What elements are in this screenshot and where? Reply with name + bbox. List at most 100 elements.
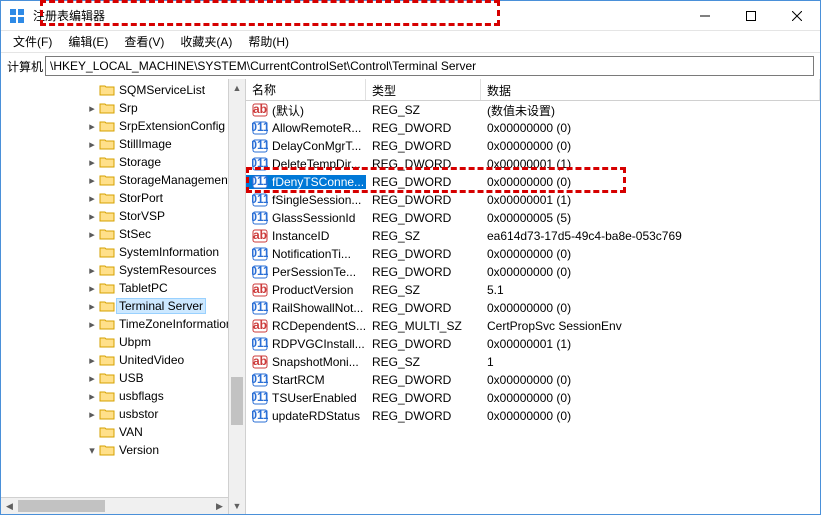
- scroll-down-button[interactable]: ▼: [229, 497, 245, 514]
- menu-file[interactable]: 文件(F): [5, 31, 60, 52]
- value-row[interactable]: 011updateRDStatusREG_DWORD0x00000000 (0): [246, 407, 820, 425]
- expand-toggle-icon[interactable]: ▸: [85, 318, 99, 331]
- column-type[interactable]: 类型: [366, 79, 481, 100]
- value-row[interactable]: abInstanceIDREG_SZea614d73-17d5-49c4-ba8…: [246, 227, 820, 245]
- tree-node[interactable]: ▸StorPort: [1, 189, 245, 207]
- tree-node-label: Version: [117, 443, 161, 457]
- svg-text:011: 011: [252, 409, 268, 422]
- tree-node[interactable]: ▸StorageManagement: [1, 171, 245, 189]
- tree-node[interactable]: ▸StillImage: [1, 135, 245, 153]
- scroll-up-button[interactable]: ▲: [229, 79, 245, 96]
- value-row[interactable]: 011RailShowallNot...REG_DWORD0x00000000 …: [246, 299, 820, 317]
- value-row[interactable]: 011AllowRemoteR...REG_DWORD0x00000000 (0…: [246, 119, 820, 137]
- tree-node[interactable]: •SQMServiceList: [1, 81, 245, 99]
- value-name-cell: 011DelayConMgrT...: [246, 139, 366, 153]
- value-name: GlassSessionId: [272, 211, 355, 225]
- expand-toggle-icon[interactable]: ▸: [85, 390, 99, 403]
- value-name-cell: 011 GlassSessionId: [246, 211, 366, 225]
- value-row[interactable]: 011PerSessionTe...REG_DWORD0x00000000 (0…: [246, 263, 820, 281]
- expand-toggle-icon[interactable]: ▸: [85, 300, 99, 313]
- tree-node[interactable]: ▸SrpExtensionConfig: [1, 117, 245, 135]
- tree-node[interactable]: ▸TimeZoneInformation: [1, 315, 245, 333]
- svg-text:011: 011: [252, 265, 268, 278]
- expand-toggle-icon[interactable]: ▸: [85, 264, 99, 277]
- value-row[interactable]: 011NotificationTi...REG_DWORD0x00000000 …: [246, 245, 820, 263]
- titlebar[interactable]: 注册表编辑器: [1, 1, 820, 31]
- value-row[interactable]: 011DeleteTempDir...REG_DWORD0x00000001 (…: [246, 155, 820, 173]
- value-row[interactable]: 011fDenyTSConne...REG_DWORD0x00000000 (0…: [246, 173, 820, 191]
- list-body[interactable]: ab(默认)REG_SZ(数值未设置)011AllowRemoteR...REG…: [246, 101, 820, 514]
- tree-node-label: SystemInformation: [117, 245, 221, 259]
- folder-icon: [99, 389, 115, 403]
- value-row[interactable]: abRCDependentS...REG_MULTI_SZCertPropSvc…: [246, 317, 820, 335]
- value-row[interactable]: 011DelayConMgrT...REG_DWORD0x00000000 (0…: [246, 137, 820, 155]
- svg-text:011: 011: [252, 139, 268, 152]
- maximize-button[interactable]: [728, 1, 774, 31]
- tree-node-label: VAN: [117, 425, 145, 439]
- value-type: REG_SZ: [366, 355, 481, 369]
- scroll-thumb[interactable]: [231, 377, 243, 425]
- expand-toggle-icon[interactable]: ▸: [85, 228, 99, 241]
- value-row[interactable]: 011StartRCMREG_DWORD0x00000000 (0): [246, 371, 820, 389]
- tree-node[interactable]: •SystemInformation: [1, 243, 245, 261]
- tree-node-label: USB: [117, 371, 146, 385]
- tree-node[interactable]: ▸TabletPC: [1, 279, 245, 297]
- folder-icon: [99, 191, 115, 205]
- tree-node[interactable]: •Ubpm: [1, 333, 245, 351]
- scroll-thumb-h[interactable]: [18, 500, 105, 512]
- svg-text:011: 011: [252, 373, 268, 386]
- tree-pane[interactable]: •SQMServiceList▸Srp▸SrpExtensionConfig▸S…: [1, 79, 246, 514]
- tree-node[interactable]: ▸ StorVSP: [1, 207, 245, 225]
- tree-scrollbar-horizontal[interactable]: ◀ ▶: [1, 497, 228, 514]
- expand-toggle-icon[interactable]: ▸: [85, 120, 99, 133]
- menu-edit[interactable]: 编辑(E): [60, 31, 116, 52]
- tree-node[interactable]: ▸usbstor: [1, 405, 245, 423]
- tree-node[interactable]: ▸Terminal Server: [1, 297, 245, 315]
- tree-node[interactable]: ▸StSec: [1, 225, 245, 243]
- scroll-right-button[interactable]: ▶: [211, 498, 228, 514]
- column-data[interactable]: 数据: [481, 79, 820, 100]
- expand-toggle-icon[interactable]: ▸: [85, 210, 99, 223]
- tree-node[interactable]: ▾ Version: [1, 441, 245, 459]
- menu-favorites[interactable]: 收藏夹(A): [172, 31, 240, 52]
- menu-view[interactable]: 查看(V): [116, 31, 172, 52]
- dword-value-icon: 011: [252, 211, 268, 225]
- expand-toggle-icon[interactable]: ▸: [85, 174, 99, 187]
- tree-node[interactable]: ▸UnitedVideo: [1, 351, 245, 369]
- tree-node[interactable]: ▸SystemResources: [1, 261, 245, 279]
- expand-toggle-icon[interactable]: ▸: [85, 372, 99, 385]
- tree-node[interactable]: ▸ USB: [1, 369, 245, 387]
- folder-icon: [99, 443, 115, 457]
- tree-node-label: Storage: [117, 155, 163, 169]
- expand-toggle-icon[interactable]: ▸: [85, 156, 99, 169]
- value-row[interactable]: 011GlassSessionIdREG_DWORD0x00000005 (5): [246, 209, 820, 227]
- address-input[interactable]: \HKEY_LOCAL_MACHINE\SYSTEM\CurrentContro…: [45, 56, 814, 76]
- tree-node-label: StorVSP: [117, 209, 167, 223]
- value-row[interactable]: 011fSingleSession...REG_DWORD0x00000001 …: [246, 191, 820, 209]
- dword-value-icon: 011: [252, 301, 268, 315]
- close-button[interactable]: [774, 1, 820, 31]
- tree-node[interactable]: ▸ Storage: [1, 153, 245, 171]
- tree-node[interactable]: ▸usbflags: [1, 387, 245, 405]
- value-row[interactable]: ab(默认)REG_SZ(数值未设置): [246, 101, 820, 119]
- expand-toggle-icon[interactable]: ▸: [85, 408, 99, 421]
- tree-scrollbar-vertical[interactable]: ▲ ▼: [228, 79, 245, 514]
- expand-toggle-icon[interactable]: ▸: [85, 282, 99, 295]
- value-row[interactable]: abProductVersionREG_SZ5.1: [246, 281, 820, 299]
- value-name: NotificationTi...: [272, 247, 351, 261]
- value-row[interactable]: 011RDPVGCInstall...REG_DWORD0x00000001 (…: [246, 335, 820, 353]
- expand-toggle-icon[interactable]: ▸: [85, 102, 99, 115]
- expand-toggle-icon[interactable]: ▸: [85, 192, 99, 205]
- scroll-left-button[interactable]: ◀: [1, 498, 18, 514]
- expand-toggle-icon[interactable]: ▸: [85, 138, 99, 151]
- expand-toggle-icon[interactable]: ▸: [85, 354, 99, 367]
- menu-help[interactable]: 帮助(H): [240, 31, 297, 52]
- expand-toggle-icon[interactable]: ▾: [85, 444, 99, 457]
- svg-text:011: 011: [252, 301, 268, 314]
- tree-node[interactable]: •VAN: [1, 423, 245, 441]
- minimize-button[interactable]: [682, 1, 728, 31]
- value-row[interactable]: 011TSUserEnabledREG_DWORD0x00000000 (0): [246, 389, 820, 407]
- value-row[interactable]: abSnapshotMoni...REG_SZ1: [246, 353, 820, 371]
- column-name[interactable]: 名称: [246, 79, 366, 100]
- tree-node[interactable]: ▸Srp: [1, 99, 245, 117]
